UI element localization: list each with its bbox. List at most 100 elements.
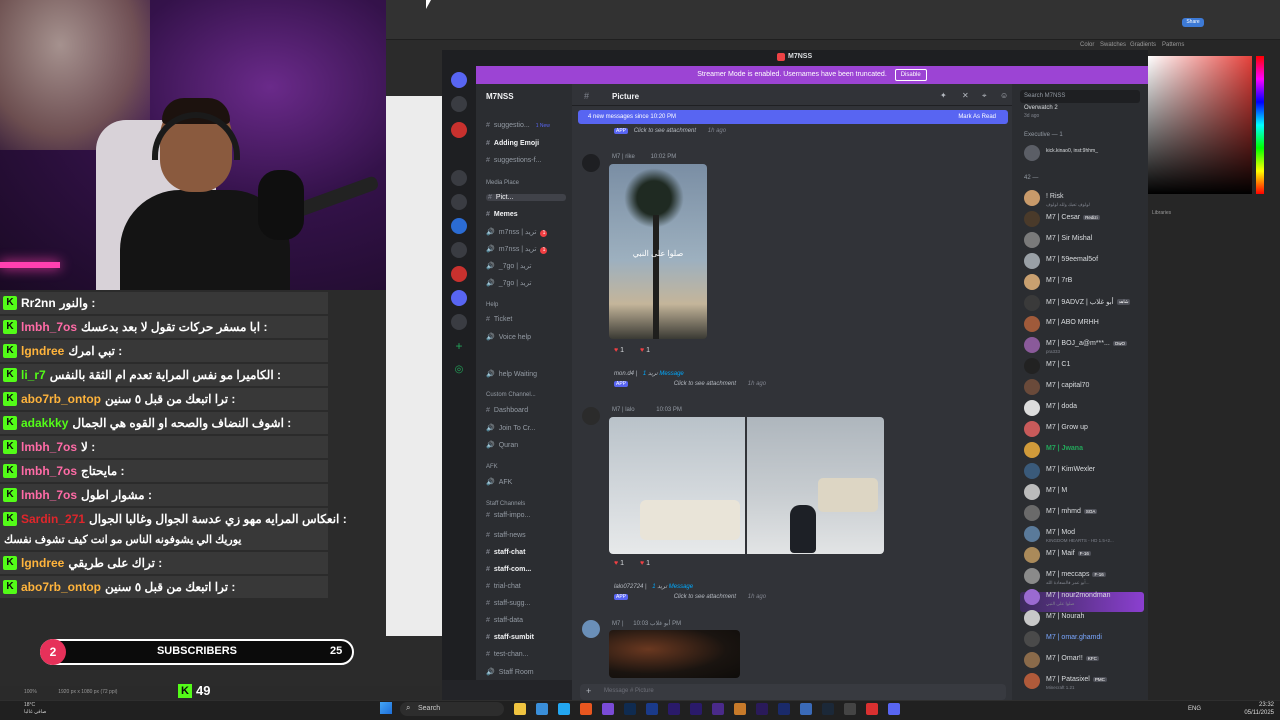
- channel-item[interactable]: # suggestions-f...: [486, 157, 541, 164]
- attachment-notice[interactable]: APP Click to see attachment 1h ago: [614, 128, 726, 134]
- share-button[interactable]: Share: [1182, 18, 1204, 27]
- user-panel[interactable]: [442, 680, 572, 700]
- member-item[interactable]: M7 | M: [1024, 484, 1144, 502]
- channel-category[interactable]: Media Place: [486, 180, 519, 186]
- member-item[interactable]: M7 | doda: [1024, 400, 1144, 418]
- channel-item[interactable]: # staff-com...: [486, 566, 531, 573]
- member-item[interactable]: M7 | Cesar Redizi: [1024, 211, 1144, 229]
- channel-item[interactable]: # suggestio... 1 New: [486, 122, 550, 129]
- steam-icon[interactable]: [822, 703, 834, 715]
- chat-username[interactable]: lgndree: [21, 556, 64, 570]
- add-server-icon[interactable]: +: [451, 338, 467, 354]
- channel-item[interactable]: 🔊 AFK: [486, 478, 512, 486]
- app-icon[interactable]: [712, 703, 724, 715]
- premiere-icon[interactable]: [756, 703, 768, 715]
- server-icon[interactable]: [451, 96, 467, 112]
- hue-slider[interactable]: [1256, 56, 1264, 194]
- member-item[interactable]: M7 | KimWexler: [1024, 463, 1144, 481]
- chat-username[interactable]: lmbh_7os: [21, 488, 77, 502]
- message-input[interactable]: Message # Picture: [580, 684, 1006, 700]
- attachment-notice[interactable]: APP Click to see attachment 1h ago: [614, 381, 766, 387]
- channel-item[interactable]: 🔊 Join To Cr...: [486, 424, 536, 432]
- channel-item[interactable]: # staff-impo...: [486, 512, 530, 519]
- patterns-tab[interactable]: Patterns: [1162, 42, 1184, 48]
- brave-icon[interactable]: [580, 703, 592, 715]
- server-icon[interactable]: [451, 194, 467, 210]
- app-icon[interactable]: [734, 703, 746, 715]
- channel-item[interactable]: # trial-chat: [486, 583, 521, 590]
- avatar[interactable]: [582, 620, 600, 638]
- channel-item[interactable]: # staff-data: [486, 617, 523, 624]
- obs-icon[interactable]: [866, 703, 878, 715]
- after-effects-icon[interactable]: [668, 703, 680, 715]
- member-item[interactable]: M7 | Patasixel PMC Minecraft 1.21: [1024, 673, 1144, 691]
- app-icon[interactable]: [778, 703, 790, 715]
- color-picker-field[interactable]: [1148, 56, 1252, 194]
- member-item[interactable]: M7 | mhmd SOA: [1024, 505, 1144, 523]
- channel-item[interactable]: 🔊 m7nss | تريد 1: [486, 245, 548, 254]
- author-name[interactable]: M7 | rike: [612, 154, 635, 160]
- reaction-heart[interactable]: ♥ 1: [640, 347, 650, 354]
- chat-username[interactable]: lmbh_7os: [21, 320, 77, 334]
- taskbar-clock[interactable]: 23:32 05/11/2025: [1234, 701, 1274, 717]
- app-icon[interactable]: [602, 703, 614, 715]
- channel-item[interactable]: # staff-news: [486, 532, 526, 539]
- chat-username[interactable]: lmbh_7os: [21, 440, 77, 454]
- chat-username[interactable]: Sardin_271: [21, 512, 85, 526]
- server-icon[interactable]: [451, 218, 467, 234]
- channel-item[interactable]: # Pict...: [486, 194, 566, 201]
- member-item[interactable]: M7 | C1: [1024, 358, 1144, 376]
- channel-item[interactable]: 🔊 help Waiting: [486, 370, 537, 378]
- app-icon[interactable]: [800, 703, 812, 715]
- app-icon[interactable]: [690, 703, 702, 715]
- channel-item[interactable]: 🔊 _7go | تريد: [486, 279, 531, 287]
- member-item[interactable]: M7 | Jwana: [1024, 442, 1144, 460]
- channel-category[interactable]: AFK: [486, 464, 498, 470]
- member-item[interactable]: M7 | 59eemal5of: [1024, 253, 1144, 271]
- photoshop-icon[interactable]: [624, 703, 636, 715]
- channel-item[interactable]: # Dashboard: [486, 407, 528, 414]
- member-item[interactable]: M7 | 7rB: [1024, 274, 1144, 292]
- attachment-notice[interactable]: APP Click to see attachment 1h ago: [614, 594, 766, 600]
- member-item[interactable]: M7 | Mod KINGDOM HEARTS - HD 1.5+2...: [1024, 526, 1144, 544]
- channel-item[interactable]: # staff-sumbit: [486, 634, 534, 641]
- editor-canvas[interactable]: [386, 96, 442, 636]
- chat-username[interactable]: Rr2nn: [21, 296, 56, 310]
- channel-item[interactable]: 🔊 Quran: [486, 441, 518, 449]
- channel-item[interactable]: 🔊 Staff Room: [486, 668, 534, 676]
- member-item[interactable]: M7 | capital70: [1024, 379, 1144, 397]
- server-icon[interactable]: [451, 314, 467, 330]
- night-photo[interactable]: [609, 630, 740, 678]
- discord-home-icon[interactable]: [451, 72, 467, 88]
- weather-widget[interactable]: 18°C صافي غالبا: [24, 702, 46, 716]
- chat-username[interactable]: abo7rb_ontop: [21, 392, 101, 406]
- reaction-heart[interactable]: ♥ 1: [614, 560, 624, 567]
- server-icon[interactable]: [451, 122, 467, 138]
- vscode-icon[interactable]: [558, 703, 570, 715]
- channel-item[interactable]: # staff-sugg...: [486, 600, 530, 607]
- file-explorer-icon[interactable]: [514, 703, 526, 715]
- channel-category[interactable]: Custom Channel...: [486, 392, 536, 398]
- member-item[interactable]: ! Risk لولوف تعبك ولله لولوف: [1024, 190, 1144, 208]
- discover-icon[interactable]: ◎: [451, 362, 467, 378]
- member-item[interactable]: M7 | BOJ_a@m***... OwO pra333: [1024, 337, 1144, 355]
- member-item[interactable]: M7 | omar.ghamdi: [1024, 631, 1144, 649]
- channel-category[interactable]: Help: [486, 302, 498, 308]
- chat-username[interactable]: adakkky: [21, 416, 68, 430]
- chat-username[interactable]: abo7rb_ontop: [21, 580, 101, 594]
- channel-item[interactable]: # Ticket: [486, 316, 512, 323]
- mute-icon[interactable]: ✕: [962, 91, 969, 100]
- mark-as-read-button[interactable]: Mark As Read: [958, 110, 996, 124]
- chat-username[interactable]: lmbh_7os: [21, 464, 77, 478]
- author-name[interactable]: M7 | lalo: [612, 407, 635, 413]
- app-icon[interactable]: [844, 703, 856, 715]
- member-item[interactable]: M7 | Sir Mishal: [1024, 232, 1144, 250]
- gradients-tab[interactable]: Gradients: [1130, 42, 1156, 48]
- discord-icon[interactable]: [888, 703, 900, 715]
- member-item[interactable]: M7 | Nourah: [1024, 610, 1144, 628]
- member-item[interactable]: M7 | Omar!! KFC: [1024, 652, 1144, 670]
- windows-start-icon[interactable]: [380, 702, 392, 714]
- channel-item[interactable]: # Adding Emoji: [486, 140, 539, 147]
- channel-category[interactable]: Staff Channels: [486, 501, 525, 507]
- members-icon[interactable]: ☺: [1000, 91, 1008, 100]
